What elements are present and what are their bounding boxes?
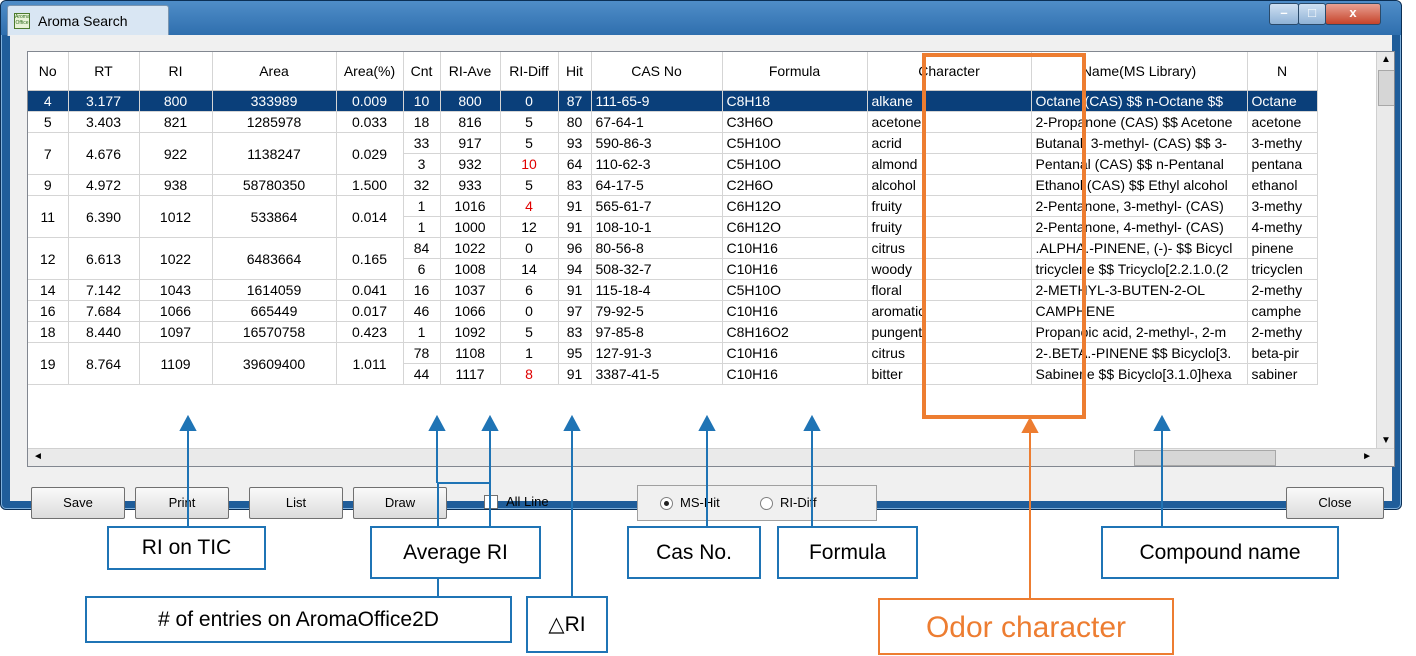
arrow-odor bbox=[1021, 416, 1039, 598]
arrow-cas bbox=[698, 414, 716, 527]
annotation-ri-on-tic: RI on TIC bbox=[107, 526, 266, 570]
annotation-formula: Formula bbox=[777, 526, 918, 579]
annotation-compound-name: Compound name bbox=[1101, 526, 1339, 579]
arrow-ri-diff bbox=[563, 414, 581, 597]
annotation-average-ri: Average RI bbox=[370, 526, 541, 579]
arrow-cnt bbox=[428, 414, 446, 483]
annotation-delta-ri: △RI bbox=[526, 596, 608, 653]
arrow-ri-ave bbox=[481, 414, 499, 527]
arrow-name bbox=[1153, 414, 1171, 527]
annotation-entries: # of entries on AromaOffice2D bbox=[85, 596, 512, 643]
arrow-formula bbox=[803, 414, 821, 527]
arrow-ri-on-tic bbox=[179, 414, 197, 527]
annotation-odor-character: Odor character bbox=[878, 598, 1174, 655]
annotation-cas-no: Cas No. bbox=[627, 526, 761, 579]
